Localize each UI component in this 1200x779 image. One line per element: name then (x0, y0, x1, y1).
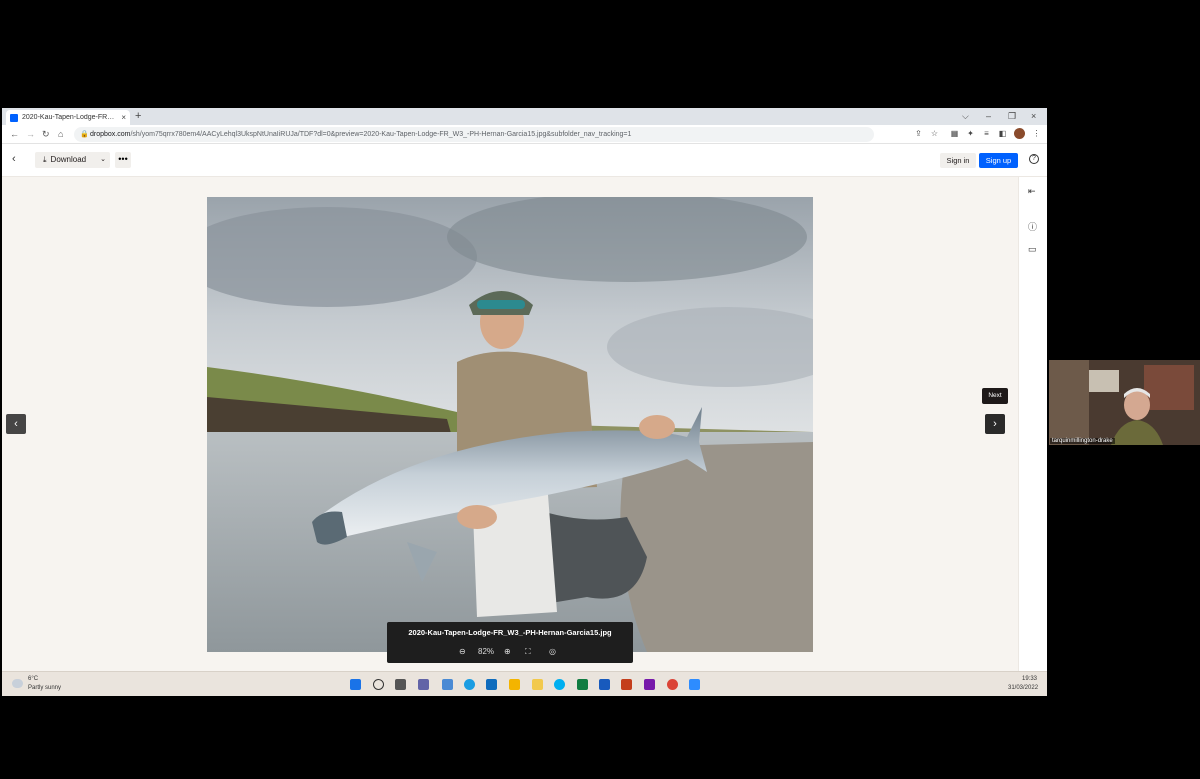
browser-tab[interactable]: 2020-Kau-Tapen-Lodge-FR_W3_ × (6, 110, 130, 125)
participant-name: tarquinmillington-drake (1050, 438, 1115, 444)
window-close-button[interactable]: × (1031, 110, 1036, 122)
sign-in-button[interactable]: Sign in (940, 153, 976, 168)
new-tab-button[interactable]: + (135, 110, 141, 123)
minimize-button[interactable]: – (986, 110, 991, 122)
back-button[interactable]: ‹ (12, 153, 16, 165)
extension-icon[interactable]: ▦ (950, 129, 959, 138)
home-icon[interactable]: ⌂ (58, 128, 63, 140)
back-arrow-icon[interactable]: ← (10, 128, 19, 140)
fishing-photo (207, 197, 813, 652)
right-rail: ⇤ ⓘ ▭ (1018, 177, 1047, 671)
weather-temperature: 6°C (28, 676, 39, 682)
reading-list-icon[interactable]: ≡ (982, 129, 991, 138)
url-domain: dropbox.com (90, 131, 131, 138)
preview-image (207, 197, 813, 652)
viewer-header: ‹ ⤓ Download ⌄ ••• Sign in Sign up ? (2, 144, 1047, 177)
profile-avatar[interactable] (1014, 128, 1025, 139)
file-caption-bar: 2020-Kau-Tapen-Lodge-FR_W3_-PH-Hernan-Ga… (387, 622, 633, 663)
next-button[interactable]: › (985, 414, 1005, 434)
start-icon[interactable] (350, 679, 361, 690)
outlook-icon[interactable] (486, 679, 497, 690)
clock-time: 19:33 (1022, 676, 1038, 682)
reload-icon[interactable]: ↻ (42, 128, 50, 140)
info-icon[interactable]: ⓘ (1028, 220, 1037, 233)
tab-title: 2020-Kau-Tapen-Lodge-FR_W3_ (22, 114, 118, 121)
help-icon[interactable]: ? (1029, 154, 1039, 164)
file-name: 2020-Kau-Tapen-Lodge-FR_W3_-PH-Hernan-Ga… (408, 628, 612, 637)
file-explorer-icon[interactable] (509, 679, 520, 690)
edge-icon[interactable] (464, 679, 475, 690)
puzzle-icon[interactable]: ✦ (966, 129, 975, 138)
task-view-icon[interactable] (395, 679, 406, 690)
previous-button[interactable]: ‹ (6, 414, 26, 434)
widgets-icon[interactable] (442, 679, 453, 690)
present-icon[interactable]: ◎ (549, 647, 556, 656)
next-tooltip: Next (982, 388, 1008, 404)
url-path: /sh/yom75qrrx780em4/AACyLehql3UkspNtUnaI… (130, 131, 632, 138)
fullscreen-icon[interactable]: ⛶ (525, 647, 531, 657)
participant-video (1049, 360, 1200, 445)
download-icon: ⤓ (43, 155, 47, 164)
chevron-down-icon[interactable]: ⌄ (100, 152, 106, 168)
powerpoint-icon[interactable] (621, 679, 632, 690)
menu-dots-icon[interactable]: ⋮ (1032, 129, 1041, 138)
tab-close-icon[interactable]: × (121, 113, 126, 122)
zoom-app-icon[interactable] (689, 679, 700, 690)
skype-icon[interactable] (554, 679, 565, 690)
zoom-in-icon[interactable]: ⊕ (504, 647, 511, 656)
cloud-icon (12, 679, 23, 688)
chrome-icon[interactable] (667, 679, 678, 690)
dropbox-favicon-icon (10, 113, 18, 122)
bookmark-star-icon[interactable]: ☆ (930, 129, 939, 138)
teams-icon[interactable] (418, 679, 429, 690)
download-button[interactable]: ⤓ Download ⌄ (35, 152, 110, 168)
sign-up-button[interactable]: Sign up (979, 153, 1018, 168)
share-icon[interactable]: ⇪ (914, 129, 923, 138)
screen: 2020-Kau-Tapen-Lodge-FR_W3_ × + ⌵ – ❐ × … (0, 0, 1200, 779)
taskbar: 6°C Partly sunny 19:33 31/03/2022 (2, 671, 1047, 696)
address-bar: ← → ↻ ⌂ 🔒 dropbox.com/sh/yom75qrrx780em4… (2, 125, 1047, 144)
video-call-tile: tarquinmillington-drake (1049, 360, 1200, 445)
url-field[interactable]: 🔒 dropbox.com/sh/yom75qrrx780em4/AACyLeh… (74, 127, 874, 142)
forward-arrow-icon[interactable]: → (26, 128, 35, 140)
comment-icon[interactable]: ▭ (1028, 244, 1037, 255)
zoom-out-icon[interactable]: ⊖ (459, 647, 466, 656)
browser-window: 2020-Kau-Tapen-Lodge-FR_W3_ × + ⌵ – ❐ × … (2, 108, 1047, 696)
side-panel-icon[interactable]: ◧ (998, 129, 1007, 138)
word-icon[interactable] (599, 679, 610, 690)
excel-icon[interactable] (577, 679, 588, 690)
restore-button[interactable]: ❐ (1008, 110, 1016, 122)
more-options-button[interactable]: ••• (115, 152, 131, 168)
tab-strip: 2020-Kau-Tapen-Lodge-FR_W3_ × + ⌵ – ❐ × (2, 108, 1047, 125)
search-icon[interactable] (373, 679, 384, 690)
onenote-icon[interactable] (644, 679, 655, 690)
download-label: Download (50, 155, 87, 164)
folder-icon[interactable] (532, 679, 543, 690)
clock-date: 31/03/2022 (1008, 685, 1039, 691)
tab-search-icon[interactable]: ⌵ (962, 110, 969, 122)
zoom-level: 82% (478, 647, 495, 656)
weather-description: Partly sunny (28, 685, 62, 691)
lock-icon: 🔒 (80, 131, 89, 138)
collapse-panel-icon[interactable]: ⇤ (1028, 186, 1036, 197)
